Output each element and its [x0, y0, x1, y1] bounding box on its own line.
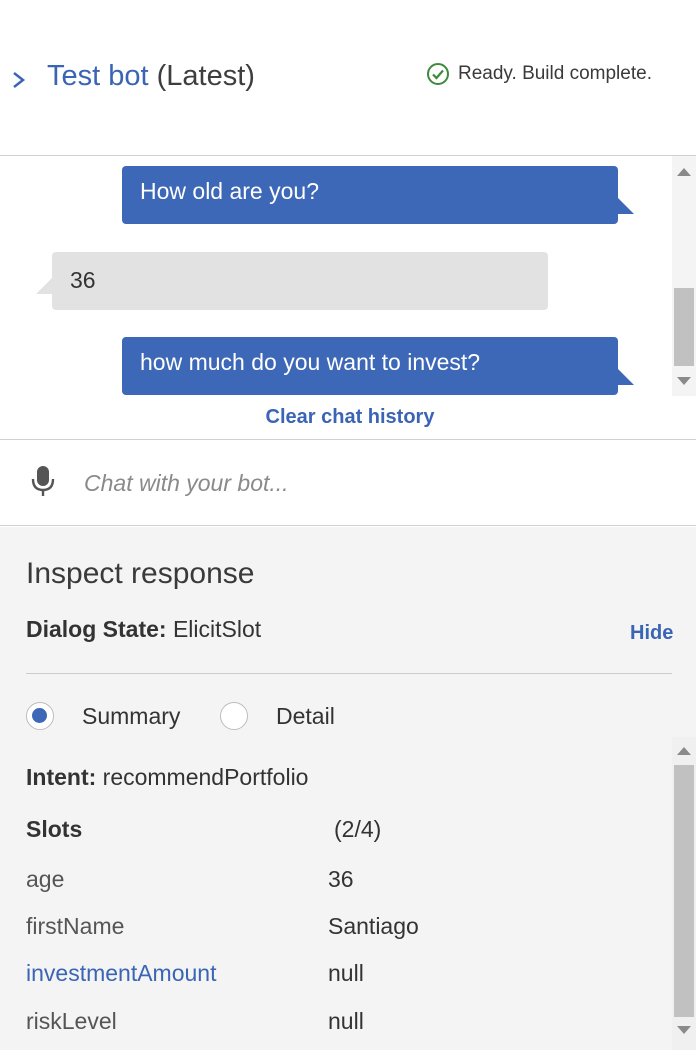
message-text: 36 [70, 267, 96, 293]
check-circle-icon [427, 63, 449, 85]
message-text: how much do you want to invest? [140, 349, 481, 375]
dialog-state: Dialog State: ElicitSlot [26, 616, 261, 643]
detail-radio-label[interactable]: Detail [276, 703, 335, 730]
inspect-scrollbar[interactable] [672, 737, 696, 1050]
version-label: (Latest) [156, 60, 255, 92]
slot-value: null [328, 960, 364, 986]
scroll-down-arrow-icon[interactable] [677, 1026, 691, 1034]
inspect-title: Inspect response [26, 557, 255, 590]
summary-radio[interactable] [26, 702, 54, 730]
scroll-thumb[interactable] [674, 765, 694, 1017]
chevron-right-icon[interactable] [10, 66, 28, 94]
slot-value: 36 [328, 866, 354, 892]
scroll-thumb[interactable] [674, 288, 694, 366]
bot-message: how much do you want to invest? [122, 337, 634, 395]
slot-name: age [26, 866, 65, 892]
bot-message: How old are you? [122, 166, 634, 224]
slot-name: firstName [26, 913, 125, 939]
clear-chat-label[interactable]: Clear chat history [266, 406, 435, 428]
scroll-up-arrow-icon[interactable] [677, 747, 691, 755]
microphone-icon[interactable] [30, 464, 56, 498]
slot-value: null [328, 1008, 364, 1034]
slot-name: riskLevel [26, 1008, 117, 1034]
slot-value: Santiago [328, 913, 419, 939]
hide-button[interactable]: Hide [630, 622, 673, 645]
test-bot-link[interactable]: Test bot [47, 60, 149, 92]
user-message: 36 [36, 252, 548, 310]
dialog-state-value: ElicitSlot [172, 616, 262, 642]
slots-heading: Slots [26, 816, 83, 842]
dialog-state-label: Dialog State: [26, 616, 167, 642]
chat-history: How old are you? 36 how much do you want… [0, 156, 696, 440]
scroll-down-arrow-icon[interactable] [677, 377, 691, 385]
intent-row: Intent: recommendPortfolio [26, 764, 308, 791]
chat-scrollbar[interactable] [672, 156, 696, 396]
status-text: Ready. Build complete. [458, 63, 652, 84]
intent-label: Intent: [26, 764, 97, 790]
chat-input-row [0, 440, 696, 526]
intent-value: recommendPortfolio [102, 764, 309, 790]
detail-radio[interactable] [220, 702, 248, 730]
chat-input[interactable] [84, 466, 644, 500]
panel-title: Test bot (Latest) [47, 60, 255, 93]
build-status: Ready. Build complete. [426, 62, 652, 86]
divider [26, 673, 672, 674]
summary-radio-label[interactable]: Summary [82, 703, 180, 730]
slot-name-elicited: investmentAmount [26, 960, 217, 986]
test-bot-header: Test bot (Latest) Ready. Build complete. [0, 0, 696, 156]
scroll-up-arrow-icon[interactable] [677, 168, 691, 176]
clear-chat-history-link[interactable]: Clear chat history [0, 406, 696, 429]
message-text: How old are you? [140, 178, 319, 204]
slots-count: (2/4) [334, 816, 382, 842]
inspect-response-panel: Inspect response Dialog State: ElicitSlo… [0, 527, 696, 1050]
